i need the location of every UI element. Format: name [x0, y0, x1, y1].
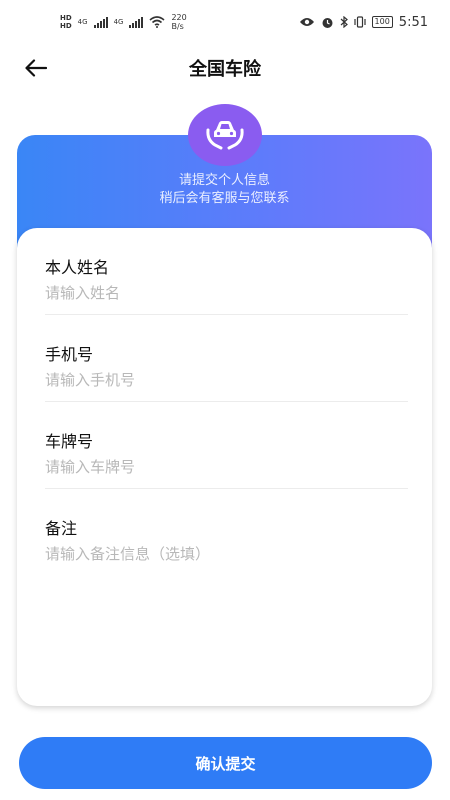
signal-icon-2 [129, 16, 144, 28]
signal-icon [93, 16, 108, 28]
phone-label: 手机号 [45, 345, 94, 364]
battery-indicator: 100 [371, 16, 393, 28]
remark-input[interactable] [45, 545, 408, 563]
status-right: 100 5:51 [299, 15, 428, 30]
intro-line-2: 稍后会有客服与您联系 [159, 191, 290, 206]
status-left: HD HD 4G 4G 220 B/s [60, 13, 187, 31]
name-field-row: 本人姓名 [45, 228, 408, 315]
car-protect-icon [206, 121, 244, 150]
page-title: 全国车险 [189, 59, 261, 80]
phone-input[interactable] [45, 371, 408, 389]
name-label: 本人姓名 [45, 258, 110, 277]
status-time: 5:51 [398, 14, 428, 30]
nav-header: 全国车险 [0, 44, 450, 92]
bluetooth-icon [340, 16, 348, 28]
plate-input[interactable] [45, 458, 408, 476]
back-arrow-icon [25, 59, 47, 77]
net-speed: 220 B/s [171, 13, 186, 31]
intro-text: 请提交个人信息 稍后会有客服与您联系 [17, 172, 432, 208]
eye-icon [299, 18, 314, 26]
status-bar: HD HD 4G 4G 220 B/s 100 5:51 [0, 0, 450, 44]
intro-line-1: 请提交个人信息 [178, 173, 270, 188]
plate-label: 车牌号 [45, 432, 94, 451]
remark-field-row: 备注 [45, 489, 408, 575]
net-speed-value: 220 [171, 13, 187, 22]
info-form: 本人姓名 手机号 车牌号 备注 [17, 228, 432, 706]
submit-button[interactable]: 确认提交 [19, 737, 432, 789]
net-speed-unit: B/s [171, 22, 184, 31]
hd-top-label: HD [60, 14, 72, 22]
sim1-label: 4G [77, 18, 88, 26]
sim2-label: 4G [113, 18, 124, 26]
vibrate-icon [353, 16, 366, 28]
name-input[interactable] [45, 284, 408, 302]
alarm-icon [322, 17, 333, 28]
hd-bottom-label: HD [60, 22, 72, 30]
back-button[interactable] [22, 54, 50, 82]
remark-label: 备注 [45, 519, 78, 538]
phone-field-row: 手机号 [45, 315, 408, 402]
car-insurance-badge [188, 104, 262, 166]
wifi-icon [149, 16, 165, 28]
hd-indicator: HD HD [60, 14, 72, 30]
plate-field-row: 车牌号 [45, 402, 408, 489]
